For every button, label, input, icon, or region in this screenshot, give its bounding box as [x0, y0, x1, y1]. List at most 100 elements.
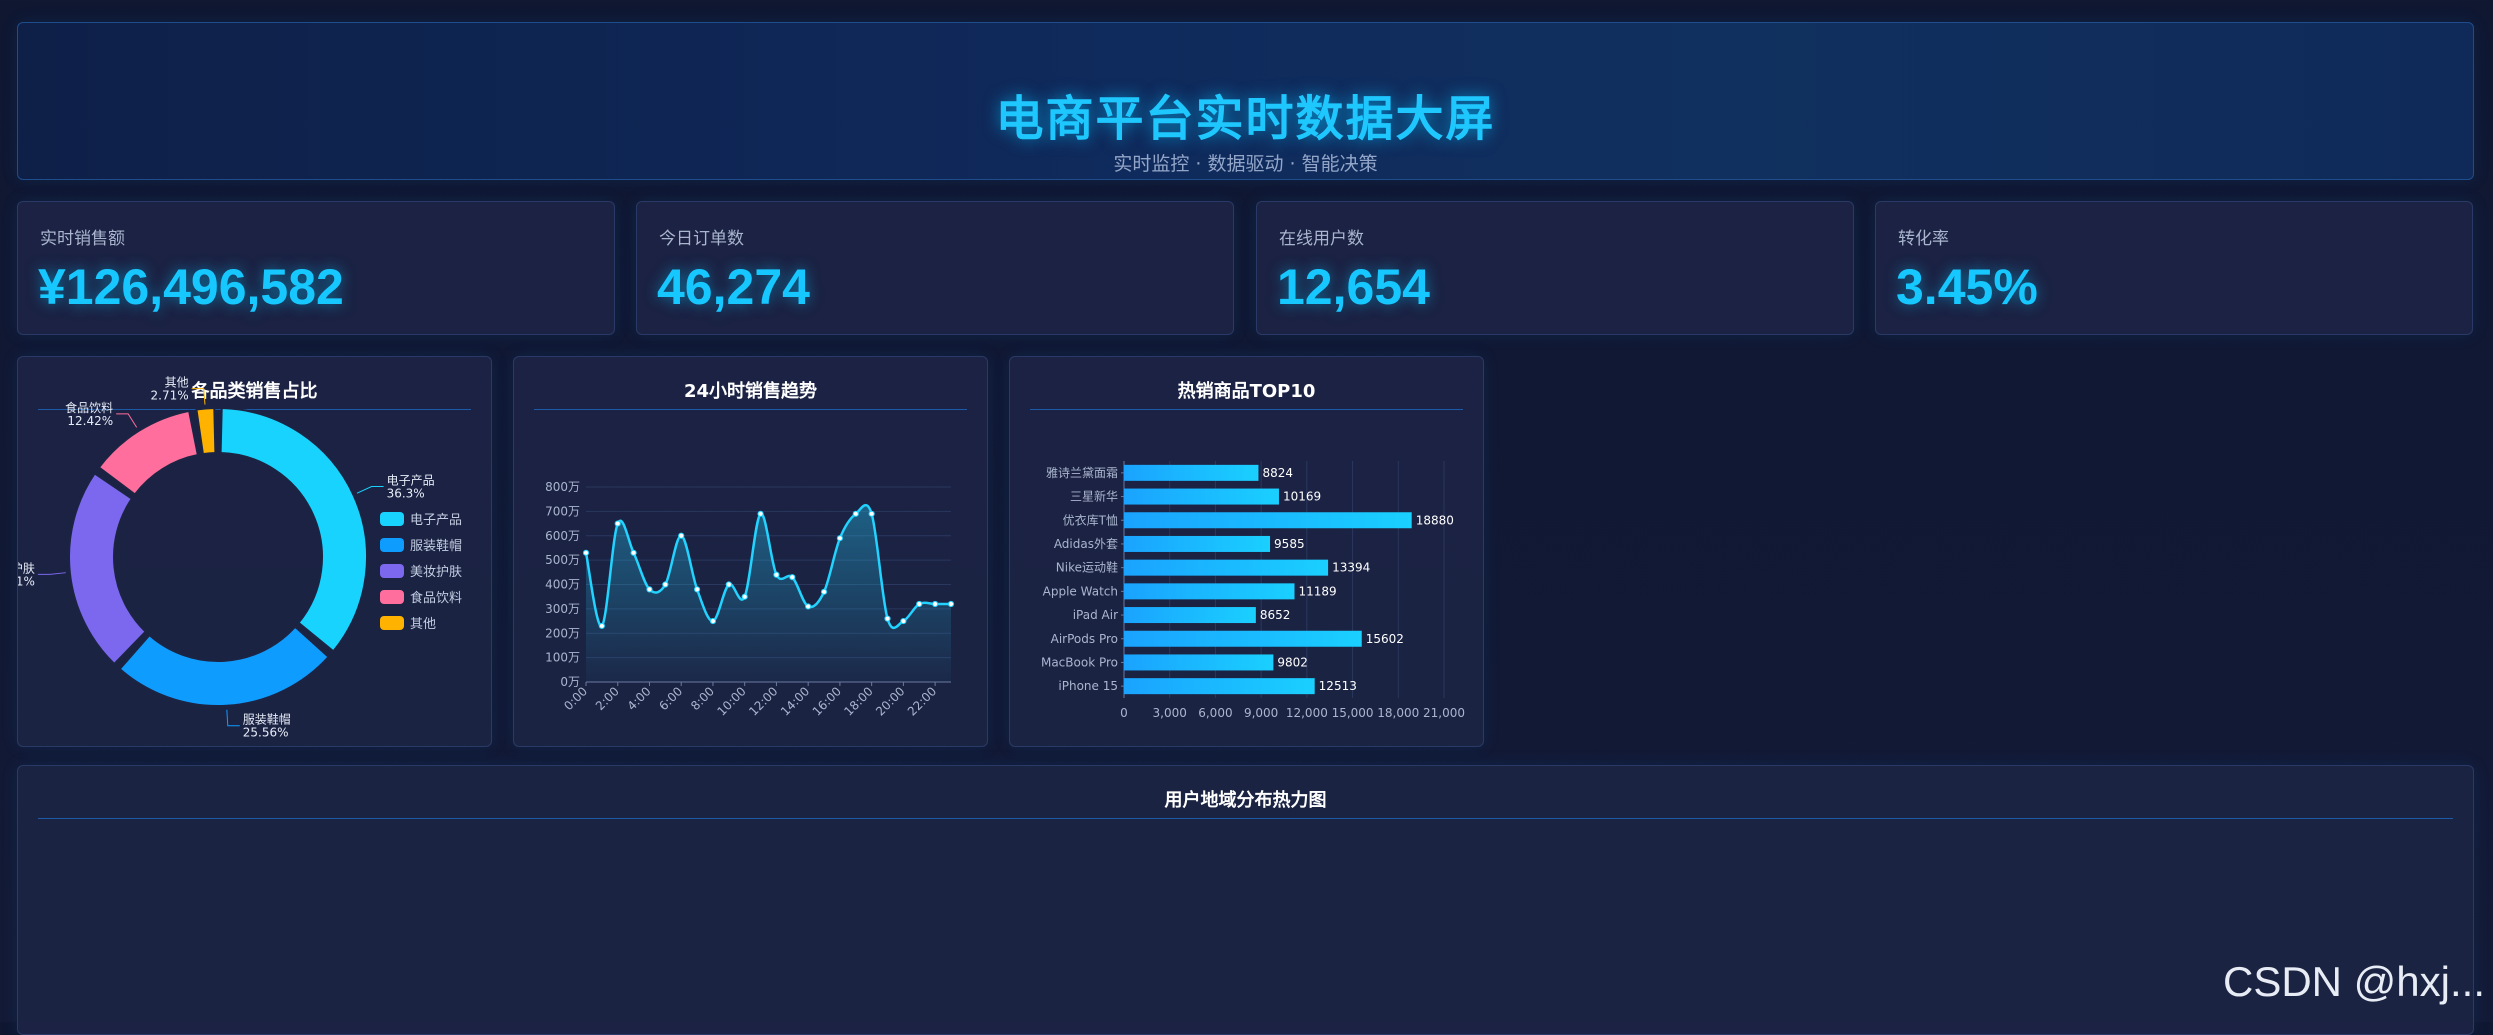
y-tick-label: iPhone 15 — [1058, 679, 1118, 693]
y-tick-label: Apple Watch — [1043, 584, 1118, 598]
top-products-panel: 热销商品TOP10 0 3,000 6,000 9,000 12,000 15,000 18… — [1009, 356, 1484, 747]
x-tick-label: 6:00 — [656, 684, 685, 713]
bar — [1124, 559, 1329, 576]
pie-label-name: 食品饮料 — [65, 400, 113, 415]
x-tick-label: 16:00 — [810, 684, 844, 718]
stat-value: 12,654 — [1277, 259, 1430, 315]
chart-title: 用户地域分布热力图 — [38, 786, 2453, 819]
y-tick-label: 100万 — [545, 651, 580, 665]
y-tick-label: 优衣库T恤 — [1063, 512, 1118, 527]
trend-point — [646, 586, 653, 593]
bar — [1124, 583, 1295, 600]
bar-value-label: 9802 — [1277, 655, 1308, 669]
trend-point — [820, 588, 828, 595]
trend-area — [586, 505, 951, 682]
y-tick-label: MacBook Pro — [1041, 655, 1118, 669]
x-tick-label: 20:00 — [873, 684, 907, 718]
y-tick-label: 三星新华 — [1070, 489, 1118, 504]
legend-swatch — [380, 538, 404, 552]
page-subtitle: 实时监控 · 数据驱动 · 智能决策 — [1113, 153, 1378, 175]
bar — [1124, 607, 1256, 624]
trend-point — [709, 617, 717, 625]
stat-value: ¥126,496,582 — [38, 259, 344, 315]
stat-card-conversion: 转化率 3.45% — [1875, 201, 2473, 335]
pie-label-line-1 — [226, 709, 240, 727]
trend-point — [947, 600, 955, 608]
pie-label-line-2 — [37, 572, 66, 575]
x-tick-label: 12:00 — [746, 684, 780, 718]
stat-label: 转化率 — [1898, 229, 1949, 249]
pie-slice-0 — [219, 407, 368, 653]
trend-point — [582, 549, 590, 556]
trend-point — [805, 603, 812, 610]
legend-label: 食品饮料 — [410, 590, 462, 606]
pie-label-value: 12.42% — [67, 414, 113, 428]
trend-point — [773, 571, 780, 578]
x-tick-label: 8:00 — [688, 684, 717, 713]
bar-value-label: 9585 — [1274, 537, 1305, 551]
legend-label: 服装鞋帽 — [410, 538, 462, 554]
pie-label-line-0 — [356, 485, 384, 494]
pie-slice-1 — [118, 625, 330, 707]
x-tick-label: 14:00 — [778, 684, 812, 718]
legend-label: 其他 — [410, 617, 436, 632]
trend-point — [662, 581, 669, 588]
legend-label: 美妆护肤 — [410, 565, 462, 580]
y-tick-label: 400万 — [545, 578, 580, 592]
trend-point — [693, 586, 701, 593]
bar — [1124, 654, 1274, 671]
x-tick-label: 10:00 — [714, 684, 748, 718]
stat-card-online-users: 在线用户数 12,654 — [1256, 201, 1854, 335]
x-tick-label: 15,000 — [1332, 706, 1374, 720]
trend-point — [884, 615, 891, 622]
bar — [1124, 512, 1412, 529]
user-region-heatmap-panel: 用户地域分布热力图 — [17, 765, 2474, 1035]
y-tick-label: Nike运动鞋 — [1056, 560, 1118, 575]
y-tick-label: Adidas外套 — [1054, 537, 1118, 551]
x-tick-label: 0 — [1120, 706, 1128, 720]
pie-slice-2 — [68, 472, 148, 666]
bar — [1124, 488, 1279, 505]
trend-point — [725, 581, 732, 588]
bar-value-label: 8824 — [1262, 466, 1293, 480]
bar-value-label: 12513 — [1319, 679, 1357, 693]
bar-value-label: 15602 — [1366, 632, 1404, 646]
sales-trend-chart: 0万100万200万300万400万500万600万700万800万0:00 2:… — [545, 480, 955, 719]
dashboard-header: 电商平台实时数据大屏 实时监控 · 数据驱动 · 智能决策 — [17, 22, 2474, 180]
pie-label-line-3 — [116, 413, 138, 428]
category-pie-chart: 电子产品36.3%服装鞋帽25.56%美妆护肤23.01%食品饮料12.42%其… — [18, 376, 462, 740]
x-tick-label: 18,000 — [1377, 706, 1419, 720]
pie-label-value: 2.71% — [151, 389, 189, 403]
trend-point — [741, 593, 748, 600]
trend-point — [868, 510, 875, 517]
stat-label: 在线用户数 — [1279, 229, 1364, 249]
y-tick-label: 500万 — [545, 553, 580, 567]
legend-swatch — [380, 616, 404, 630]
trend-point — [932, 600, 939, 608]
x-tick-label: 22:00 — [905, 684, 939, 718]
y-tick-label: iPad Air — [1073, 608, 1118, 622]
y-tick-label: 雅诗兰黛面霜 — [1046, 465, 1118, 480]
watermark: CSDN @hxj... — [2222, 958, 2485, 1005]
x-tick-label: 6,000 — [1198, 706, 1232, 720]
bar — [1124, 464, 1259, 481]
trend-point — [757, 510, 764, 517]
category-pie-panel: 各品类销售占比 电子产品36.3%服装鞋帽25.56%美妆护肤23.01%食品饮… — [17, 356, 492, 747]
x-tick-label: 21,000 — [1423, 706, 1465, 720]
y-tick-label: 700万 — [545, 504, 580, 518]
trend-point — [630, 549, 637, 556]
legend-swatch — [380, 590, 404, 604]
stat-card-orders: 今日订单数 46,274 — [636, 201, 1234, 335]
legend-swatch — [380, 564, 404, 578]
x-tick-label: 4:00 — [625, 684, 654, 713]
y-tick-label: 200万 — [545, 626, 580, 640]
pie-label-value: 25.56% — [243, 726, 289, 740]
bar-value-label: 13394 — [1332, 561, 1370, 575]
legend-swatch — [380, 512, 404, 526]
pie-label-name: 美妆护肤 — [18, 560, 35, 575]
y-tick-label: 300万 — [545, 602, 580, 616]
bar — [1124, 630, 1362, 647]
pie-slice-4 — [195, 407, 217, 456]
stat-label: 实时销售额 — [40, 229, 125, 249]
bar-value-label: 8652 — [1260, 608, 1291, 622]
